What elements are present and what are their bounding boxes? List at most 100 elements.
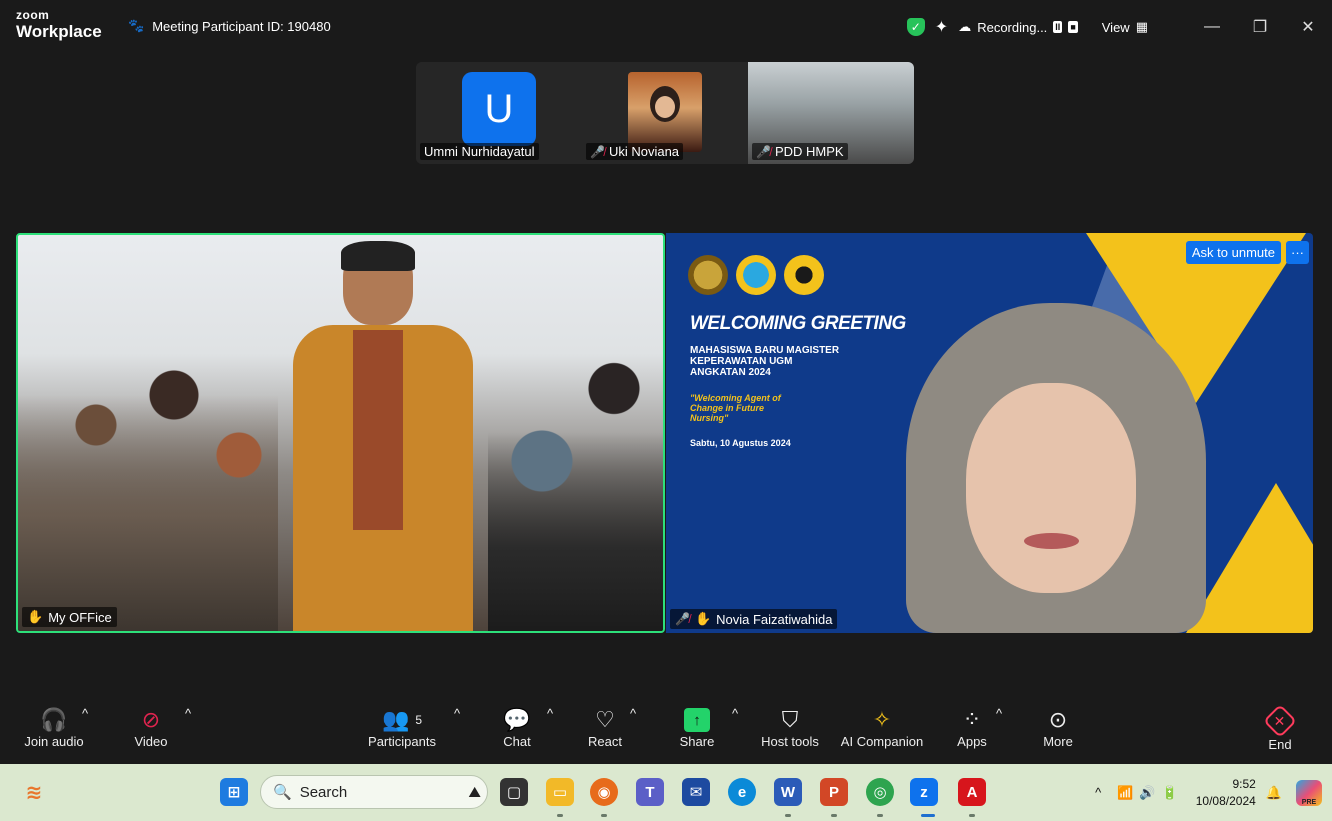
- windows-taskbar: ≋ ⊞ 🔍 Search ⛰ ▢ ▭ ◉ T ✉ e W P ◎ z A ^ 📶…: [0, 764, 1332, 821]
- system-tray: ^ 📶 🔊 🔋 9:52 10/08/2024 🔔 PRE: [1095, 764, 1332, 821]
- zoom-taskbar-icon[interactable]: z: [910, 778, 938, 806]
- task-view-icon[interactable]: ▢: [500, 778, 528, 806]
- minimize-icon[interactable]: —: [1188, 18, 1236, 36]
- running-indicator: [785, 814, 791, 817]
- copilot-icon[interactable]: PRE: [1296, 779, 1322, 806]
- pin-icon: ✋: [694, 611, 712, 626]
- more-label: More: [1043, 734, 1073, 749]
- video-tile-my-office[interactable]: ✋ My OFFice: [16, 233, 665, 633]
- participant-name-text: Uki Noviana: [608, 144, 680, 159]
- participants-count: 5: [415, 713, 423, 727]
- meeting-toolbar: 🎧 Join audio ^ ⊘ Video ^ 👥 5 Participants…: [0, 698, 1332, 764]
- security-shield-icon[interactable]: ✓: [906, 18, 925, 36]
- powerpoint-icon[interactable]: P: [820, 778, 848, 806]
- ask-to-unmute-button[interactable]: Ask to unmute: [1185, 241, 1281, 264]
- mic-muted-icon: 🎤̸: [590, 144, 605, 159]
- chat-icon: 💬: [503, 707, 531, 732]
- join-audio-label: Join audio: [24, 734, 84, 749]
- video-tile-name-text: Novia Faizatiwahida: [716, 611, 833, 627]
- teams-icon[interactable]: T: [636, 778, 664, 806]
- search-highlight-icon: ⛰: [468, 783, 481, 801]
- ai-companion-button[interactable]: ✧ AI Companion: [836, 706, 928, 749]
- battery-icon[interactable]: 🔋: [1162, 785, 1178, 801]
- taskbar-clock[interactable]: 9:52 10/08/2024: [1196, 776, 1256, 810]
- apps-options-caret[interactable]: ^: [996, 706, 1002, 721]
- apps-icon: ⁘: [962, 707, 982, 732]
- video-tile-name-text: My OFFice: [48, 609, 112, 625]
- edge-icon[interactable]: e: [728, 778, 756, 806]
- chat-button[interactable]: 💬 Chat: [494, 706, 540, 749]
- word-icon[interactable]: W: [774, 778, 802, 806]
- paw-icon: 🐾: [128, 18, 145, 33]
- share-label: Share: [679, 734, 715, 749]
- mail-icon[interactable]: ✉: [682, 778, 710, 806]
- thumbnail-ummi[interactable]: U Ummi Nurhidayatul: [416, 62, 582, 164]
- participants-button[interactable]: 👥 5 Participants: [366, 706, 438, 749]
- running-indicator: [877, 814, 883, 817]
- title-bar: zoom Workplace 🐾 Meeting Participant ID:…: [0, 0, 1332, 54]
- zoom-workplace-logo: zoom Workplace: [16, 9, 102, 40]
- taskbar-search-input[interactable]: 🔍 Search ⛰: [260, 775, 488, 809]
- firefox-icon[interactable]: ◉: [590, 778, 618, 806]
- tile-more-options-button[interactable]: ···: [1286, 241, 1309, 264]
- recording-indicator[interactable]: ☁ Recording... II ■: [958, 19, 1078, 35]
- join-audio-button[interactable]: 🎧 Join audio: [22, 706, 86, 749]
- react-options-caret[interactable]: ^: [630, 706, 636, 721]
- ai-companion-label: AI Companion: [840, 734, 924, 749]
- thumbnail-uki[interactable]: 🎤̸ Uki Noviana: [582, 62, 748, 164]
- video-label: Video: [134, 734, 168, 749]
- pin-icon: ✋: [27, 609, 44, 624]
- widgets-icon[interactable]: ≋: [20, 778, 48, 806]
- thumbnail-pdd[interactable]: 🎤̸ PDD HMPK: [748, 62, 914, 164]
- stop-recording-button[interactable]: ■: [1068, 21, 1078, 33]
- participant-video: [628, 72, 702, 152]
- titlebar-right-controls: ✓ ✦ ☁ Recording... II ■ View ▦ — ❐ ✕: [906, 12, 1332, 42]
- acrobat-icon[interactable]: A: [958, 778, 986, 806]
- video-tile-novia[interactable]: WELCOMING GREETING MAHASISWA BARU MAGIST…: [666, 233, 1313, 633]
- logo-workplace-text: Workplace: [16, 22, 102, 41]
- file-explorer-icon[interactable]: ▭: [546, 778, 574, 806]
- grid-view-icon: ▦: [1135, 19, 1148, 34]
- video-tile-name: ✋ My OFFice: [22, 607, 117, 627]
- slide-title: WELCOMING GREETING: [690, 313, 906, 334]
- video-tile-name: 🎤̸ ✋ Novia Faizatiwahida: [670, 609, 838, 629]
- notification-bell-icon[interactable]: 🔔: [1266, 785, 1282, 801]
- slide-subtitle-line: KEPERAWATAN UGM: [690, 356, 793, 367]
- close-icon[interactable]: ✕: [1284, 17, 1332, 37]
- share-button[interactable]: ↑ Share: [674, 706, 720, 749]
- chat-options-caret[interactable]: ^: [547, 706, 553, 721]
- copilot-pre-badge: PRE: [1301, 798, 1317, 806]
- video-button[interactable]: ⊘ Video: [126, 706, 176, 749]
- running-indicator: [969, 814, 975, 817]
- pause-recording-button[interactable]: II: [1053, 21, 1063, 33]
- ai-sparkle-icon[interactable]: ✦: [935, 17, 948, 37]
- headphones-icon: 🎧: [40, 707, 68, 732]
- slide-subtitle: MAHASISWA BARU MAGISTER KEPERAWATAN UGM …: [690, 345, 910, 378]
- more-button[interactable]: ⊙ More: [1036, 706, 1080, 749]
- slide-subtitle-line: ANGKATAN 2024: [690, 367, 771, 378]
- apps-button[interactable]: ⁘ Apps: [950, 706, 994, 749]
- react-button[interactable]: ♡ React: [582, 706, 628, 749]
- mic-muted-icon: 🎤̸: [756, 144, 771, 159]
- wifi-icon[interactable]: 📶: [1117, 785, 1133, 801]
- host-tools-button[interactable]: ⛉ Host tools: [756, 706, 824, 749]
- windows-start-icon[interactable]: ⊞: [220, 778, 248, 806]
- chrome-icon[interactable]: ◎: [866, 778, 894, 806]
- participants-options-caret[interactable]: ^: [454, 706, 460, 721]
- slide-quote: "Welcoming Agent of Change in Future Nur…: [690, 393, 781, 423]
- meeting-info[interactable]: 🐾 Meeting Participant ID: 190480: [128, 18, 331, 34]
- logo-zoom-text: zoom: [16, 8, 50, 22]
- restore-icon[interactable]: ❐: [1236, 17, 1284, 37]
- participant-name: Ummi Nurhidayatul: [420, 143, 539, 160]
- faculty-logo-icon: [784, 255, 824, 295]
- show-hidden-icons-chevron-icon[interactable]: ^: [1095, 785, 1101, 800]
- end-icon: ✕: [1263, 704, 1297, 738]
- view-button[interactable]: View ▦: [1102, 19, 1148, 35]
- video-options-caret[interactable]: ^: [185, 706, 191, 721]
- volume-icon[interactable]: 🔊: [1139, 785, 1155, 801]
- chat-label: Chat: [503, 734, 531, 749]
- participant-thumbnails: U Ummi Nurhidayatul 🎤̸ Uki Noviana 🎤̸ PD…: [416, 62, 914, 164]
- share-options-caret[interactable]: ^: [732, 706, 738, 721]
- audio-options-caret[interactable]: ^: [82, 706, 88, 721]
- end-meeting-button[interactable]: ✕ End: [1260, 704, 1300, 752]
